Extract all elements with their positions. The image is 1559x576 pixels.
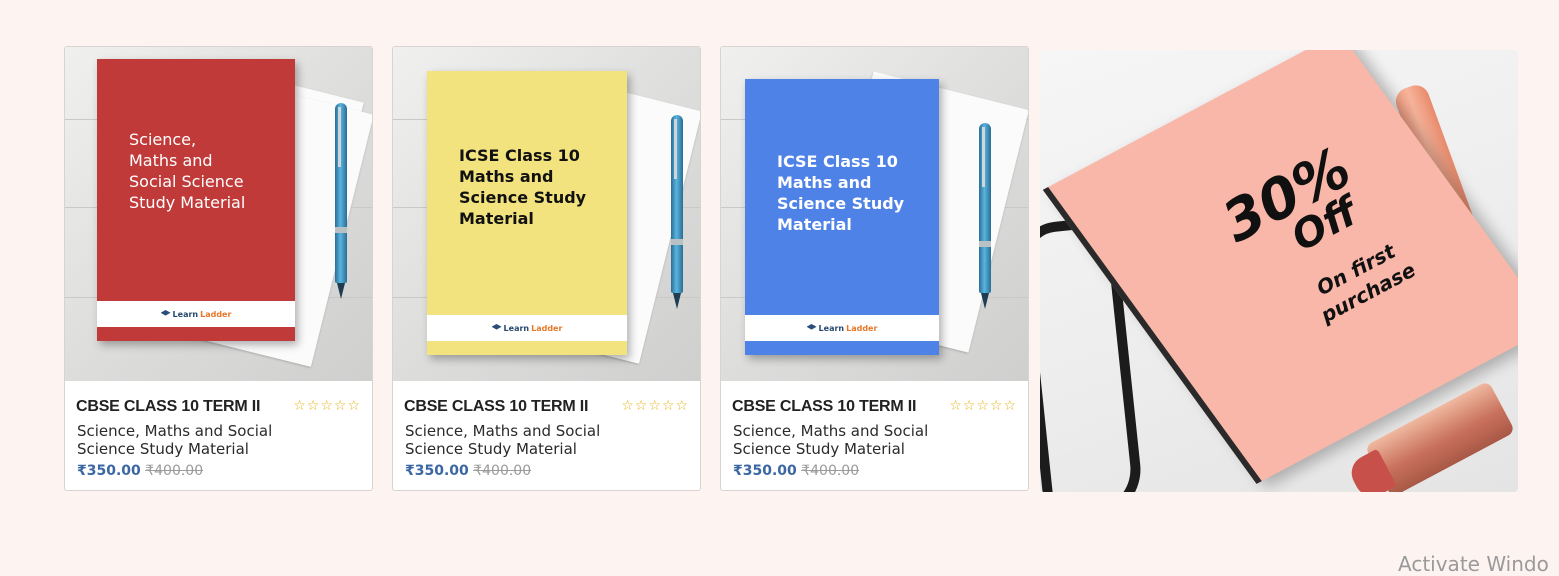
cover-title: ICSE Class 10 Maths and Science Study Ma… (777, 152, 905, 234)
logo-text: Learn (172, 309, 199, 319)
product-card[interactable]: Science, Maths and Social Science Study … (64, 46, 373, 491)
activation-watermark: Activate Windo (1398, 552, 1549, 576)
price-original: ₹400.00 (473, 463, 532, 479)
cover-footer: Learn Ladder (97, 301, 295, 327)
rating-stars: ☆☆☆☆☆ (949, 398, 1017, 414)
product-image[interactable]: ICSE Class 10 Maths and Science Study Ma… (721, 47, 1028, 381)
price-current: ₹350.00 (77, 463, 141, 479)
product-description: Science, Maths and Social Science Study … (733, 422, 929, 458)
graduation-cap-icon (806, 324, 817, 330)
product-name[interactable]: CBSE CLASS 10 TERM II (732, 398, 916, 416)
price: ₹350.00 ₹400.00 (405, 463, 531, 479)
graduation-cap-icon (491, 324, 502, 330)
product-name[interactable]: CBSE CLASS 10 TERM II (76, 398, 260, 416)
price-current: ₹350.00 (733, 463, 797, 479)
logo-text: Ladder (846, 323, 878, 333)
book-cover: ICSE Class 10 Maths and Science Study Ma… (745, 79, 939, 355)
pen-icon (335, 103, 347, 299)
product-description: Science, Maths and Social Science Study … (405, 422, 601, 458)
price-original: ₹400.00 (801, 463, 860, 479)
learnladder-logo: Learn Ladder (160, 309, 232, 319)
learnladder-logo: Learn Ladder (806, 323, 878, 333)
price: ₹350.00 ₹400.00 (733, 463, 859, 479)
product-image[interactable]: ICSE Class 10 Maths and Science Study Ma… (393, 47, 700, 381)
price-current: ₹350.00 (405, 463, 469, 479)
pen-icon (671, 115, 683, 309)
logo-text: Learn (818, 323, 845, 333)
logo-text: Ladder (531, 323, 563, 333)
cover-footer: Learn Ladder (745, 315, 939, 341)
product-card[interactable]: ICSE Class 10 Maths and Science Study Ma… (392, 46, 701, 491)
learnladder-logo: Learn Ladder (491, 323, 563, 333)
price-original: ₹400.00 (145, 463, 204, 479)
graduation-cap-icon (160, 310, 171, 316)
logo-text: Learn (503, 323, 530, 333)
pen-icon (979, 123, 991, 309)
book-cover: ICSE Class 10 Maths and Science Study Ma… (427, 71, 627, 355)
rating-stars: ☆☆☆☆☆ (621, 398, 689, 414)
cover-title: ICSE Class 10 Maths and Science Study Ma… (459, 146, 587, 228)
price: ₹350.00 ₹400.00 (77, 463, 203, 479)
promo-banner[interactable]: 30% Off On first purchase (1040, 50, 1518, 492)
cover-footer: Learn Ladder (427, 315, 627, 341)
product-card[interactable]: ICSE Class 10 Maths and Science Study Ma… (720, 46, 1029, 491)
product-description: Science, Maths and Social Science Study … (77, 422, 273, 458)
product-name[interactable]: CBSE CLASS 10 TERM II (404, 398, 588, 416)
logo-text: Ladder (200, 309, 232, 319)
product-image[interactable]: Science, Maths and Social Science Study … (65, 47, 372, 381)
rating-stars: ☆☆☆☆☆ (293, 398, 361, 414)
cover-title: Science, Maths and Social Science Study … (129, 130, 246, 212)
book-cover: Science, Maths and Social Science Study … (97, 59, 295, 341)
